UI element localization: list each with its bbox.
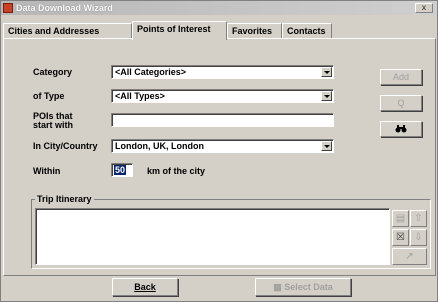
move-up-button[interactable]: ⇧: [410, 210, 427, 227]
remove-item-button[interactable]: ☒: [392, 229, 409, 246]
zoom-button[interactable]: Q: [380, 95, 422, 111]
back-button[interactable]: Back: [112, 278, 178, 296]
tab-points-of-interest[interactable]: Points of Interest: [132, 21, 227, 40]
back-button-label: Back: [134, 282, 156, 292]
app-icon: [3, 3, 13, 13]
category-label: Category: [33, 67, 73, 77]
type-dropdown-arrow-icon[interactable]: [321, 91, 332, 101]
poi-start-label-line2: start with: [33, 120, 74, 130]
tab-favorites[interactable]: Favorites: [227, 23, 282, 39]
title-bar[interactable]: Data Download Wizard x: [1, 1, 437, 15]
tab-cities-and-addresses[interactable]: Cities and Addresses: [3, 23, 132, 39]
within-label: Within: [33, 166, 61, 176]
window-title: Data Download Wizard: [16, 3, 113, 13]
category-dropdown-arrow-icon[interactable]: [321, 67, 332, 77]
type-label: of Type: [33, 91, 65, 101]
trip-itinerary-list[interactable]: [35, 208, 390, 265]
magnifier-icon: Q: [397, 98, 405, 108]
type-value: <All Types>: [115, 91, 165, 101]
trip-itinerary-title: Trip Itinerary: [35, 194, 94, 204]
city-country-label: In City/Country: [33, 141, 98, 151]
route-button[interactable]: ↗: [392, 248, 427, 265]
category-value: <All Categories>: [115, 67, 187, 77]
itinerary-view-button[interactable]: ▤: [392, 210, 409, 227]
select-data-label: Select Data: [284, 282, 333, 292]
add-poi-icon: Add: [392, 72, 409, 82]
add-poi-button[interactable]: Add: [380, 69, 422, 85]
delete-x-icon: ☒: [396, 232, 405, 243]
city-dropdown-arrow-icon[interactable]: [321, 141, 332, 151]
category-select[interactable]: <All Categories>: [111, 65, 334, 79]
close-button[interactable]: x: [415, 3, 433, 13]
document-icon: ▤: [395, 213, 406, 224]
poi-start-input[interactable]: [111, 113, 334, 127]
binoculars-icon: [395, 125, 407, 133]
data-download-wizard-window: Data Download Wizard x Cities and Addres…: [0, 0, 438, 302]
city-country-value: London, UK, London: [115, 141, 204, 151]
arrow-down-icon: ⇩: [414, 232, 423, 243]
city-country-select[interactable]: London, UK, London: [111, 139, 334, 153]
points-of-interest-panel: Category <All Categories> of Type <All T…: [3, 38, 436, 276]
select-data-button[interactable]: ▦ Select Data: [255, 278, 351, 296]
move-down-button[interactable]: ⇩: [410, 229, 427, 246]
arrow-up-icon: ⇧: [414, 213, 423, 224]
type-select[interactable]: <All Types>: [111, 89, 334, 103]
find-button[interactable]: [380, 121, 422, 137]
within-unit-label: km of the city: [147, 166, 206, 176]
select-data-icon: ▦: [273, 282, 285, 292]
route-icon: ↗: [405, 251, 414, 262]
tab-contacts[interactable]: Contacts: [282, 23, 332, 39]
within-distance-value: 50: [114, 165, 127, 175]
within-distance-input[interactable]: 50: [111, 163, 133, 177]
